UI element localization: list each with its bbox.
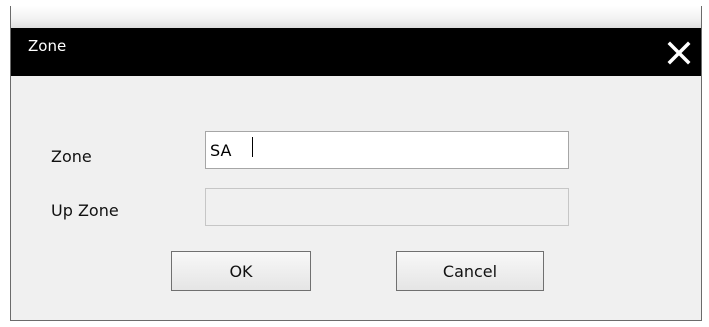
close-icon[interactable] [667, 41, 691, 65]
window-title: Zone [28, 37, 67, 55]
text-caret [252, 137, 253, 157]
ok-button[interactable]: OK [171, 251, 311, 291]
up-zone-label: Up Zone [51, 201, 119, 220]
window-top-strip [11, 6, 701, 28]
zone-label: Zone [51, 147, 92, 166]
zone-dialog: Zone Zone Up Zone OK Cancel [10, 6, 702, 321]
cancel-button[interactable]: Cancel [396, 251, 544, 291]
up-zone-input[interactable] [205, 188, 569, 226]
close-icon-glyph [667, 41, 691, 65]
title-bar[interactable]: Zone [11, 28, 701, 76]
zone-input[interactable] [205, 131, 569, 169]
